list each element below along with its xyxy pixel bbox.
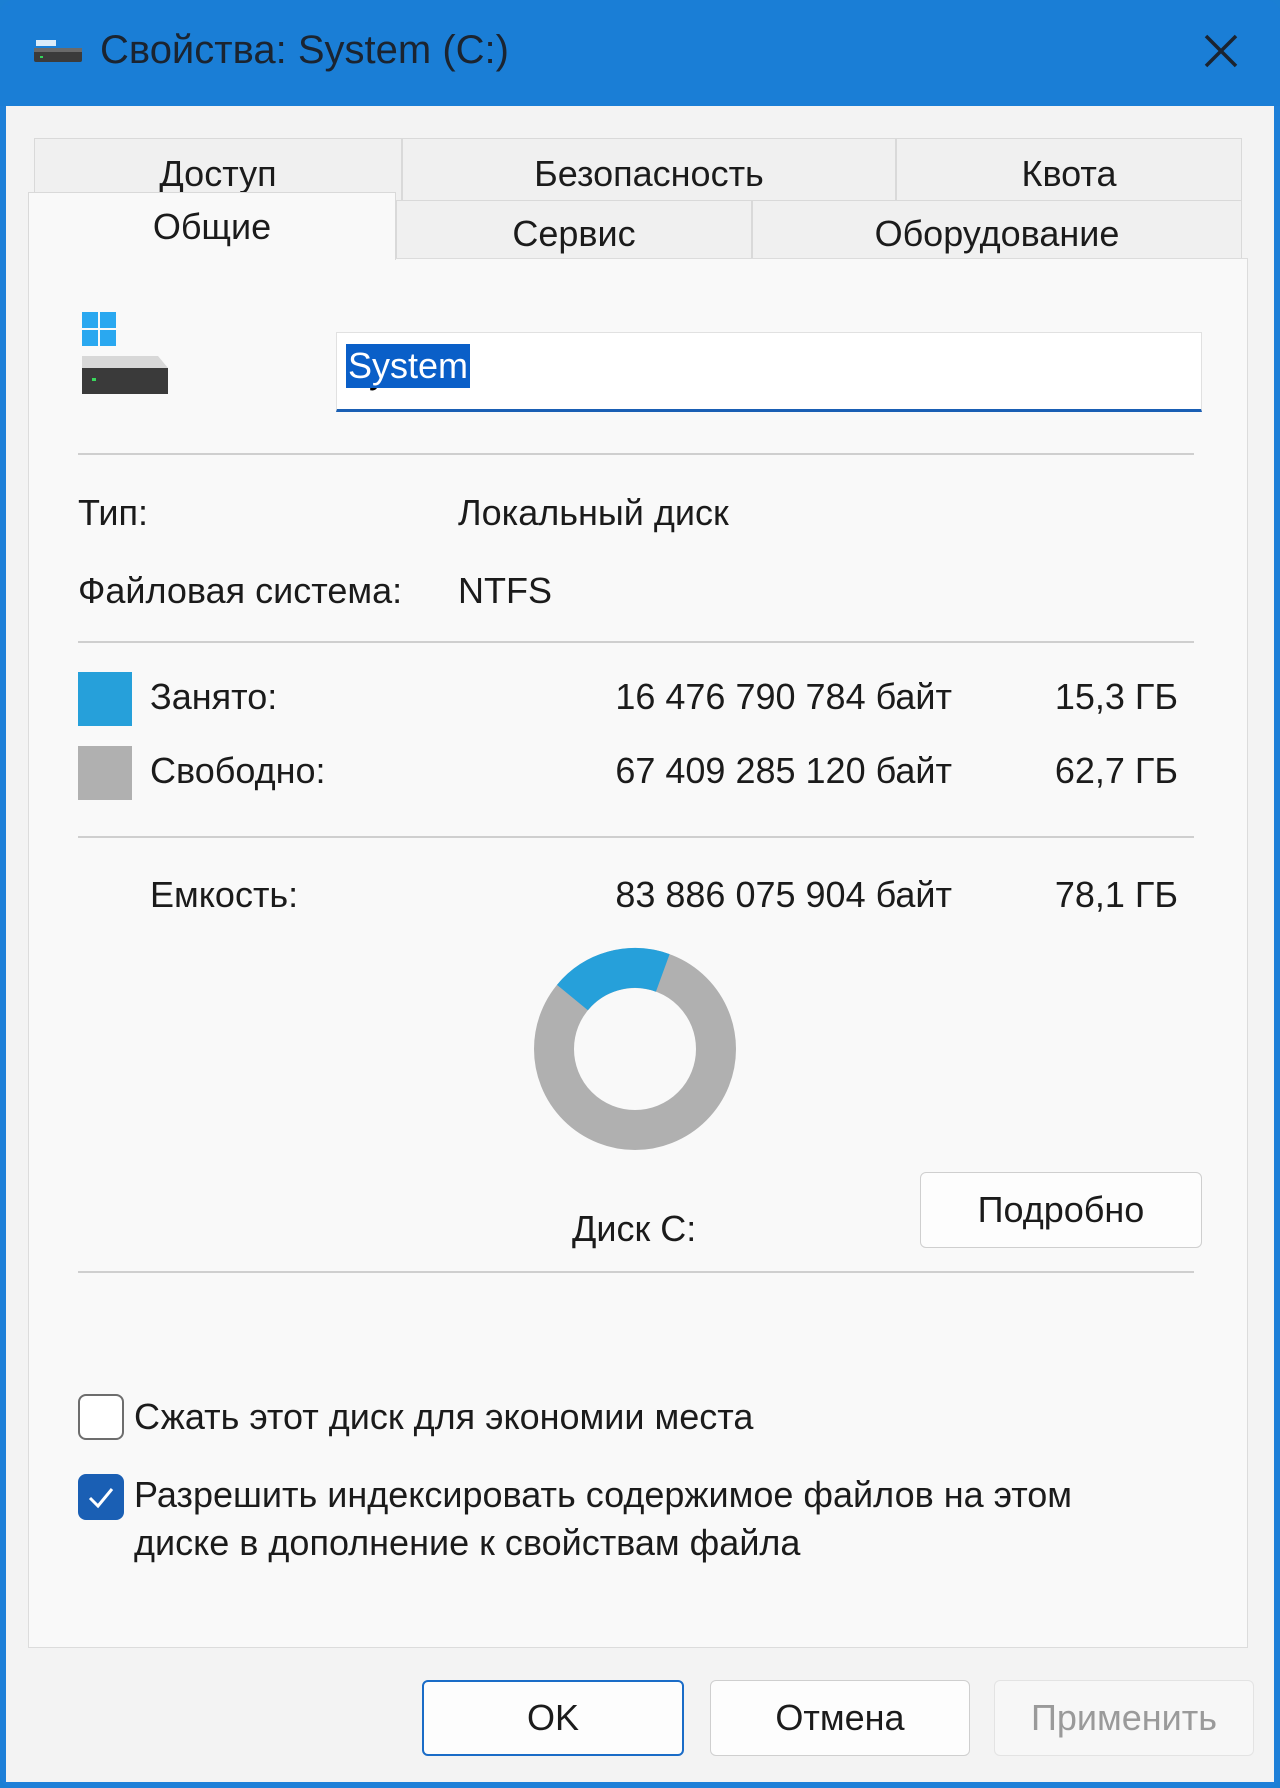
ok-button[interactable]: OK: [422, 1680, 684, 1756]
tab-tools[interactable]: Сервис: [396, 200, 752, 260]
drive-icon: [34, 40, 82, 62]
volume-name-selection: System: [346, 344, 471, 388]
filesystem-value: NTFS: [458, 570, 552, 611]
divider: [78, 453, 1194, 455]
type-value: Локальный диск: [458, 492, 729, 533]
checkmark-icon: [88, 1488, 114, 1509]
capacity-size: 78,1 ГБ: [1054, 874, 1178, 915]
used-size: 15,3 ГБ: [1054, 676, 1178, 717]
free-size: 62,7 ГБ: [1054, 750, 1178, 791]
tab-label: Безопасность: [534, 153, 764, 194]
details-button-label: Подробно: [977, 1189, 1145, 1230]
details-button[interactable]: Подробно: [920, 1172, 1202, 1248]
disk-usage-donut: [534, 948, 736, 1150]
capacity-bytes: 83 886 075 904 байт: [615, 874, 952, 915]
index-label-line1: Разрешить индексировать содержимое файло…: [134, 1474, 1073, 1515]
close-icon[interactable]: [1190, 20, 1252, 82]
tab-label: Квота: [1021, 153, 1117, 194]
index-label-line2: диске в дополнение к свойствам файла: [134, 1522, 801, 1563]
free-space-swatch: [78, 746, 132, 800]
tab-access[interactable]: Доступ: [34, 138, 402, 200]
compress-label: Сжать этот диск для экономии места: [134, 1396, 754, 1437]
used-space-swatch: [78, 672, 132, 726]
window-title: Свойства: System (C:): [100, 28, 509, 72]
apply-button[interactable]: Применить: [994, 1680, 1254, 1756]
index-checkbox[interactable]: [78, 1474, 124, 1520]
tab-general[interactable]: Общие: [28, 192, 396, 260]
free-bytes: 67 409 285 120 байт: [615, 750, 952, 791]
ok-button-label: OK: [526, 1697, 579, 1738]
used-label: Занято:: [150, 676, 278, 717]
type-label: Тип:: [78, 492, 149, 533]
divider: [78, 641, 1194, 643]
divider: [78, 836, 1194, 838]
windows-drive-icon: [82, 312, 168, 394]
tab-label: Общие: [152, 206, 272, 247]
title-bar: Свойства: System (C:): [0, 0, 1280, 106]
capacity-label: Емкость:: [150, 874, 299, 915]
apply-button-label: Применить: [1030, 1697, 1217, 1738]
properties-window: Свойства: System (C:) Доступ Безопасност…: [0, 0, 1280, 1788]
tab-security[interactable]: Безопасность: [402, 138, 896, 200]
tab-hardware[interactable]: Оборудование: [752, 200, 1242, 260]
used-bytes: 16 476 790 784 байт: [615, 676, 952, 717]
compress-checkbox[interactable]: [78, 1394, 124, 1440]
filesystem-label: Файловая система:: [78, 570, 403, 611]
tab-quota[interactable]: Квота: [896, 138, 1242, 200]
divider: [78, 1271, 1194, 1273]
drive-letter-label: Диск C:: [572, 1208, 697, 1249]
cancel-button-label: Отмена: [775, 1697, 905, 1738]
free-label: Свободно:: [150, 750, 326, 791]
cancel-button[interactable]: Отмена: [710, 1680, 970, 1756]
